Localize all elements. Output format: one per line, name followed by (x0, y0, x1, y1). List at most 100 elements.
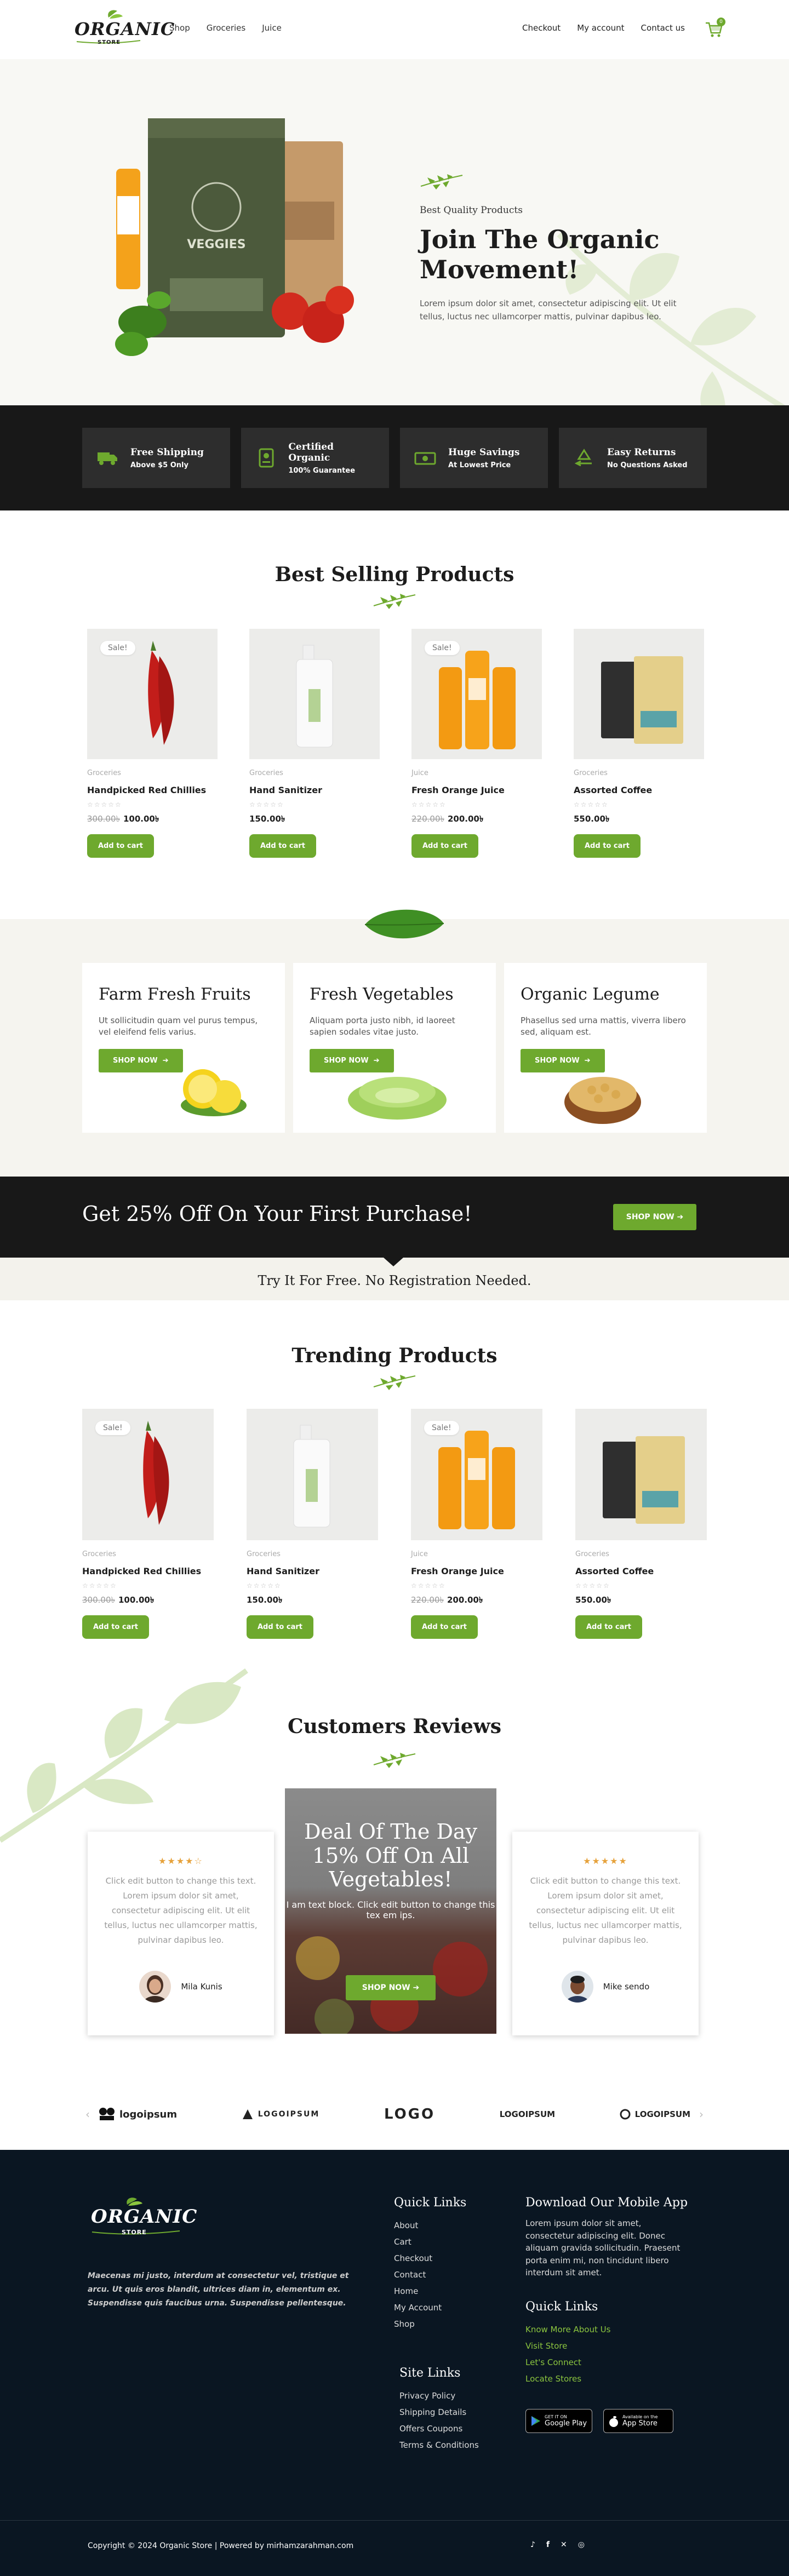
product-category[interactable]: Groceries (249, 769, 380, 777)
product-category[interactable]: Groceries (574, 769, 704, 777)
add-to-cart-button[interactable]: Add to cart (247, 1615, 313, 1639)
footer-link-contact[interactable]: Contact (394, 2267, 466, 2283)
product-category[interactable]: Groceries (87, 769, 218, 777)
reviews-title: Customers Reviews (287, 1715, 502, 1738)
twitter-icon[interactable]: ✕ (561, 2540, 567, 2549)
product-name[interactable]: Handpicked Red Chillies (87, 785, 218, 795)
truck-icon (98, 452, 117, 465)
product-image[interactable]: Sale! (411, 629, 542, 759)
nav-link-checkout[interactable]: Checkout (522, 23, 561, 33)
product-card[interactable]: Groceries Assorted Coffee ☆☆☆☆☆ 550.00৳ … (575, 1409, 707, 1639)
product-price: 220.00৳ 200.00৳ (411, 813, 542, 827)
facebook-icon[interactable]: f (546, 2540, 550, 2549)
product-price: 220.00৳ 200.00৳ (411, 1594, 542, 1608)
footer-quick-links: Quick Links About Cart Checkout Contact … (394, 2196, 466, 2332)
product-category[interactable]: Juice (411, 769, 542, 777)
add-to-cart-button[interactable]: Add to cart (575, 1615, 642, 1639)
avatar (561, 1971, 593, 2003)
footer-bottom-bar: Copyright © 2024 Organic Store | Powered… (0, 2520, 789, 2576)
footer-site-links: Site Links Privacy Policy Shipping Detai… (399, 2366, 479, 2453)
add-to-cart-button[interactable]: Add to cart (574, 834, 641, 858)
product-category[interactable]: Juice (411, 1550, 542, 1558)
footer-link-cart[interactable]: Cart (394, 2234, 466, 2250)
footer-logo[interactable]: ORGANIC STORE (87, 2197, 197, 2241)
nav-link-juice[interactable]: Juice (262, 23, 282, 33)
shop-now-button[interactable]: SHOP NOW ➔ (99, 1049, 183, 1072)
category-title: Organic Legume (521, 985, 660, 1004)
promo-shop-now-button[interactable]: SHOP NOW ➔ (613, 1204, 696, 1230)
add-to-cart-button[interactable]: Add to cart (411, 834, 478, 858)
footer-link-shipping-details[interactable]: Shipping Details (399, 2404, 479, 2420)
add-to-cart-button[interactable]: Add to cart (249, 834, 316, 858)
hero-section: VEGGIES Best Quality Products Join The O… (0, 59, 789, 405)
footer-link-terms[interactable]: Terms & Conditions (399, 2437, 479, 2453)
product-grid: Sale! Groceries Handpicked Red Chillies … (87, 629, 704, 858)
footer-link-visit-store[interactable]: Visit Store (525, 2338, 690, 2354)
product-name[interactable]: Assorted Coffee (574, 785, 704, 795)
add-to-cart-button[interactable]: Add to cart (87, 834, 154, 858)
nav-link-my-account[interactable]: My account (577, 23, 624, 33)
product-card[interactable]: Sale! Groceries Handpicked Red Chillies … (87, 629, 218, 858)
footer-link-shop[interactable]: Shop (394, 2316, 466, 2332)
footer-link-about[interactable]: About (394, 2217, 466, 2234)
product-card[interactable]: Groceries Hand Sanitizer ☆☆☆☆☆ 150.00৳ A… (247, 1409, 378, 1639)
product-image[interactable] (247, 1409, 378, 1540)
app-store-badge[interactable]: Available on the App Store (603, 2408, 673, 2433)
add-to-cart-button[interactable]: Add to cart (411, 1615, 478, 1639)
product-card[interactable]: Sale! Groceries Handpicked Red Chillies … (82, 1409, 214, 1639)
google-play-badge[interactable]: GET IT ON Google Play (525, 2408, 592, 2433)
product-name[interactable]: Hand Sanitizer (249, 785, 380, 795)
product-name[interactable]: Hand Sanitizer (247, 1566, 378, 1576)
category-description: Ut sollicitudin quam vel purus tempus, v… (99, 1016, 258, 1037)
product-image[interactable] (575, 1409, 707, 1540)
rating-stars: ☆☆☆☆☆ (247, 1582, 282, 1590)
product-card[interactable]: Groceries Assorted Coffee ☆☆☆☆☆ 550.00৳ … (574, 629, 704, 858)
product-card[interactable]: Sale! Juice Fresh Orange Juice ☆☆☆☆☆ 220… (411, 629, 542, 858)
footer-link-locate-stores[interactable]: Locate Stores (525, 2371, 690, 2387)
product-image[interactable]: Sale! (82, 1409, 214, 1540)
footer-link-lets-connect[interactable]: Let's Connect (525, 2354, 690, 2371)
footer-link-checkout[interactable]: Checkout (394, 2250, 466, 2267)
nav-link-shop[interactable]: Shop (169, 23, 190, 33)
nav-link-contact[interactable]: Contact us (641, 23, 685, 33)
footer-link-offers-coupons[interactable]: Offers Coupons (399, 2420, 479, 2437)
product-category[interactable]: Groceries (575, 1550, 707, 1558)
product-image[interactable]: Sale! (411, 1409, 542, 1540)
site-logo[interactable]: ORGANIC STORE (70, 8, 174, 51)
brand-name: LOGOIPSUM (634, 2109, 690, 2119)
product-image[interactable]: Sale! (87, 629, 218, 759)
footer-link-privacy-policy[interactable]: Privacy Policy (399, 2388, 479, 2404)
nav-link-groceries[interactable]: Groceries (207, 23, 246, 33)
product-name[interactable]: Fresh Orange Juice (411, 1566, 542, 1576)
category-card-vegetables[interactable]: Fresh Vegetables Aliquam porta justo nib… (293, 963, 496, 1133)
product-price: 150.00৳ (249, 813, 380, 827)
current-price: 150.00৳ (249, 814, 285, 824)
hero-product-image: VEGGIES (115, 118, 354, 356)
cart-button[interactable]: 0 (705, 18, 725, 38)
chevron-left-icon[interactable]: ‹ (85, 2108, 90, 2121)
footer-link-know-more[interactable]: Know More About Us (525, 2321, 690, 2338)
deal-shop-now-button[interactable]: SHOP NOW ➔ (345, 1975, 436, 2001)
footer-link-my-account[interactable]: My Account (394, 2299, 466, 2316)
instagram-icon[interactable]: ◎ (578, 2540, 585, 2549)
category-card-legume[interactable]: Organic Legume Phasellus sed urna mattis… (504, 963, 707, 1133)
product-category[interactable]: Groceries (247, 1550, 378, 1558)
product-card[interactable]: Sale! Juice Fresh Orange Juice ☆☆☆☆☆ 220… (411, 1409, 542, 1639)
product-image[interactable] (249, 629, 380, 759)
product-card[interactable]: Groceries Hand Sanitizer ☆☆☆☆☆ 150.00৳ A… (249, 629, 380, 858)
product-category[interactable]: Groceries (82, 1550, 214, 1558)
brand-logo: LOGOIPSUM (620, 2108, 690, 2121)
chevron-right-icon[interactable]: › (699, 2108, 704, 2121)
product-name[interactable]: Assorted Coffee (575, 1566, 707, 1576)
footer-column-title: Quick Links (525, 2299, 598, 2314)
category-card-fruits[interactable]: Farm Fresh Fruits Ut sollicitudin quam v… (82, 963, 285, 1133)
product-name[interactable]: Handpicked Red Chillies (82, 1566, 214, 1576)
add-to-cart-button[interactable]: Add to cart (82, 1615, 149, 1639)
product-name[interactable]: Fresh Orange Juice (411, 785, 542, 795)
footer-link-home[interactable]: Home (394, 2283, 466, 2299)
hero-description: Lorem ipsum dolor sit amet, consectetur … (420, 299, 677, 322)
tiktok-icon[interactable]: ♪ (530, 2540, 535, 2549)
product-image[interactable] (574, 629, 704, 759)
rating-stars: ☆☆☆☆☆ (87, 801, 122, 808)
decorative-leaf-icon (0, 1668, 248, 1843)
